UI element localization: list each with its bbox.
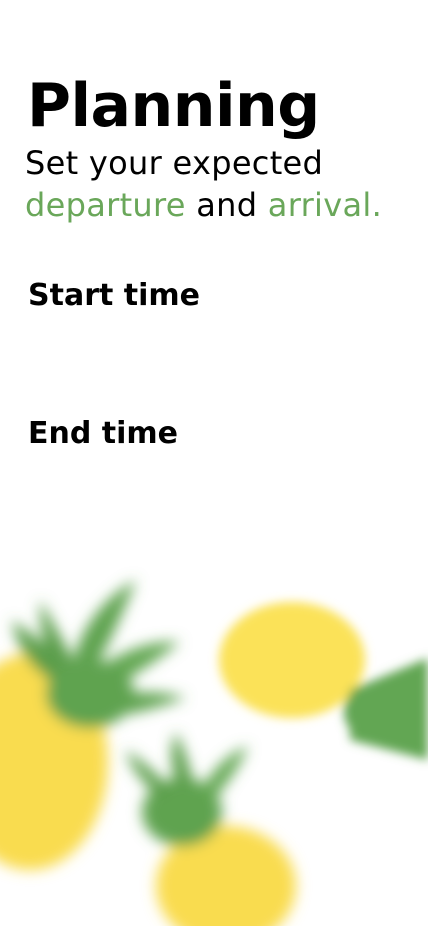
start-time-picker[interactable] [28,320,400,360]
pineapple-illustration [0,580,428,926]
start-time-label: Start time [28,278,201,313]
subtitle-line1: Set your expected [25,144,324,182]
pineapple-bottom-icon [126,732,296,926]
page-title: Planning [27,71,320,141]
end-time-picker[interactable] [28,458,400,498]
page-subtitle: Set your expected departure and arrival. [25,142,425,226]
subtitle-arrival: arrival. [267,186,383,224]
subtitle-departure: departure [25,186,186,224]
subtitle-and: and [185,186,268,224]
pineapple-right-icon [219,602,428,760]
end-time-label: End time [28,416,178,451]
